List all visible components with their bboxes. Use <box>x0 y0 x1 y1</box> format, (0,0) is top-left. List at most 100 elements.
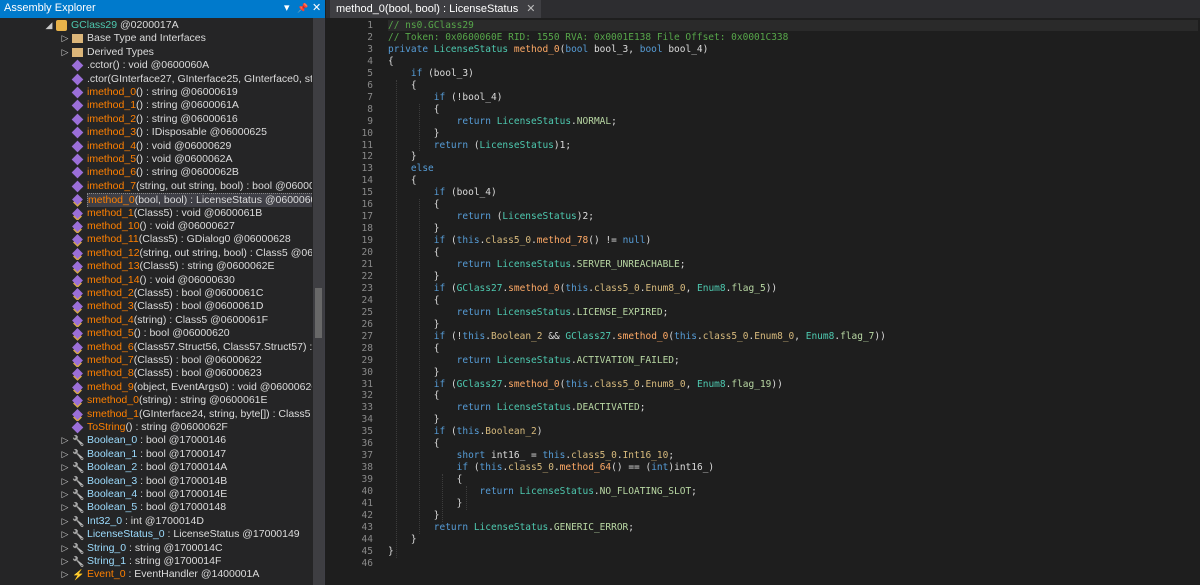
tree-item[interactable]: method_4(string) : Class5 @0600061F <box>0 314 312 327</box>
code-line[interactable]: } <box>388 510 440 521</box>
code-line[interactable]: return LicenseStatus.LICENSE_EXPIRED; <box>388 307 669 318</box>
tree-item[interactable]: method_7(Class5) : bool @06000622 <box>0 354 312 367</box>
code-line[interactable]: return LicenseStatus.ACTIVATION_FAILED; <box>388 355 680 366</box>
code-line[interactable]: } <box>388 414 440 425</box>
tree-item[interactable]: ▷ 🔧 LicenseStatus_0 : LicenseStatus @17000… <box>0 528 312 541</box>
tree-item[interactable]: imethod_7(string, out string, bool) : bo… <box>0 180 312 193</box>
tree-item[interactable]: method_13(Class5) : string @0600062E <box>0 260 312 273</box>
tree-item[interactable]: smethod_1(GInterface24, string, byte[]) … <box>0 408 312 421</box>
tree-item[interactable]: ▷ 🔧 Boolean_5 : bool @17000148 <box>0 501 312 514</box>
expand-arrow-icon[interactable]: ▷ <box>60 542 70 555</box>
tree-scrollbar[interactable] <box>313 18 324 585</box>
code-line[interactable]: { <box>388 474 463 485</box>
code-line[interactable]: } <box>388 151 417 162</box>
tree-item[interactable]: method_8(Class5) : bool @06000623 <box>0 367 312 380</box>
code-line[interactable]: { <box>388 80 417 91</box>
tree-item[interactable]: imethod_6() : string @0600062B <box>0 166 312 179</box>
code-line[interactable]: } <box>388 128 440 139</box>
code-line[interactable]: if (GClass27.smethod_0(this.class5_0.Enu… <box>388 283 777 294</box>
expand-arrow-icon[interactable]: ▷ <box>60 501 70 514</box>
code-line[interactable]: } <box>388 223 440 234</box>
tree-item[interactable]: ▷ 🔧 Boolean_4 : bool @1700014E <box>0 488 312 501</box>
tree-item[interactable]: imethod_3() : IDisposable @06000625 <box>0 126 312 139</box>
code-line[interactable]: short int16_ = this.class5_0.Int16_10; <box>388 450 674 461</box>
code-line[interactable]: { <box>388 438 440 449</box>
code-line[interactable]: // ns0.GClass29 <box>388 20 474 31</box>
tree-item[interactable]: ▷ 🔧 Boolean_0 : bool @17000146 <box>0 434 312 447</box>
assembly-tree[interactable]: ◢ GClass29 @0200017A ▷ Base Type and Interf… <box>0 18 312 585</box>
code-line[interactable]: if (bool_3) <box>388 68 474 79</box>
code-line[interactable]: } <box>388 271 440 282</box>
scrollbar-thumb[interactable] <box>315 288 322 338</box>
code-line[interactable]: return LicenseStatus.SERVER_UNREACHABLE; <box>388 259 686 270</box>
expand-arrow-icon[interactable]: ▷ <box>60 461 70 474</box>
code-line[interactable]: } <box>388 498 463 509</box>
tree-item[interactable]: ▷ ⚡ Event_0 : EventHandler @1400001A <box>0 568 312 581</box>
tree-item[interactable]: ▷ Base Type and Interfaces <box>0 32 312 45</box>
code-line[interactable]: { <box>388 175 417 186</box>
tree-item[interactable]: method_1(Class5) : void @0600061B <box>0 207 312 220</box>
tree-item[interactable]: .ctor(GInterface27, GInterface25, GInter… <box>0 73 312 86</box>
expand-arrow-icon[interactable]: ▷ <box>60 528 70 541</box>
tab-close-icon[interactable]: ✕ <box>526 3 535 15</box>
code-line[interactable]: if (this.class5_0.method_78() != null) <box>388 235 651 246</box>
tree-item[interactable]: method_2(Class5) : bool @0600061C <box>0 287 312 300</box>
tree-item[interactable]: method_5() : bool @06000620 <box>0 327 312 340</box>
code-line[interactable]: if (!bool_4) <box>388 92 503 103</box>
code-line[interactable]: { <box>388 295 440 306</box>
close-icon[interactable]: ✕ <box>312 1 321 14</box>
code-line[interactable]: if (this.Boolean_2) <box>388 426 543 437</box>
tree-item[interactable]: ◢ GClass29 @0200017A <box>0 19 312 32</box>
tree-item[interactable]: method_0(bool, bool) : LicenseStatus @06… <box>0 193 312 207</box>
expand-arrow-icon[interactable]: ▷ <box>60 555 70 568</box>
expand-arrow-icon[interactable]: ▷ <box>60 46 70 59</box>
expand-arrow-icon[interactable]: ◢ <box>44 19 54 32</box>
tree-item[interactable]: imethod_0() : string @06000619 <box>0 86 312 99</box>
editor-tab[interactable]: method_0(bool, bool) : LicenseStatus ✕ <box>330 0 542 18</box>
tree-item[interactable]: method_14() : void @06000630 <box>0 274 312 287</box>
expand-arrow-icon[interactable]: ▷ <box>60 488 70 501</box>
code-line[interactable]: { <box>388 199 440 210</box>
expand-arrow-icon[interactable]: ▷ <box>60 475 70 488</box>
code-line[interactable]: { <box>388 247 440 258</box>
code-view[interactable]: 1 // ns0.GClass29 2 // Token: 0x0600060E RI… <box>326 18 1200 585</box>
code-line[interactable]: return LicenseStatus.NORMAL; <box>388 116 617 127</box>
code-line[interactable]: { <box>388 390 440 401</box>
tree-item[interactable]: method_6(Class57.Struct56, Class57.Struc… <box>0 341 312 354</box>
code-line[interactable]: } <box>388 319 440 330</box>
tree-item[interactable]: ▷ Derived Types <box>0 46 312 59</box>
code-line[interactable]: return (LicenseStatus)2; <box>388 211 594 222</box>
code-line[interactable]: } <box>388 367 440 378</box>
tree-item[interactable]: ▷ 🔧 Boolean_1 : bool @17000147 <box>0 448 312 461</box>
tree-item[interactable]: imethod_1() : string @0600061A <box>0 99 312 112</box>
code-line[interactable]: return LicenseStatus.DEACTIVATED; <box>388 402 646 413</box>
code-line[interactable]: private LicenseStatus method_0(bool bool… <box>388 44 708 55</box>
tree-item[interactable]: imethod_5() : void @0600062A <box>0 153 312 166</box>
code-line[interactable]: return (LicenseStatus)1; <box>388 140 571 151</box>
code-line[interactable]: return LicenseStatus.GENERIC_ERROR; <box>388 522 634 533</box>
code-line[interactable]: { <box>388 343 440 354</box>
tree-item[interactable]: ▷ 🔧 Boolean_3 : bool @1700014B <box>0 475 312 488</box>
code-line[interactable]: if (bool_4) <box>388 187 497 198</box>
tree-item[interactable]: ▷ 🔧 String_1 : string @1700014F <box>0 555 312 568</box>
code-line[interactable]: { <box>388 104 440 115</box>
tree-item[interactable]: method_9(object, EventArgs0) : void @060… <box>0 381 312 394</box>
code-line[interactable]: } <box>388 534 417 545</box>
code-line[interactable]: else <box>388 163 434 174</box>
tree-item[interactable]: method_12(string, out string, bool) : Cl… <box>0 247 312 260</box>
expand-arrow-icon[interactable]: ▷ <box>60 32 70 45</box>
expand-arrow-icon[interactable]: ▷ <box>60 434 70 447</box>
tree-item[interactable]: .cctor() : void @0600060A <box>0 59 312 72</box>
dropdown-icon[interactable]: ▾ <box>284 1 290 14</box>
tree-item[interactable]: method_11(Class5) : GDialog0 @06000628 <box>0 233 312 246</box>
tree-item[interactable]: ▷ 🔧 Boolean_2 : bool @1700014A <box>0 461 312 474</box>
tree-item[interactable]: smethod_0(string) : string @0600061E <box>0 394 312 407</box>
tree-item[interactable]: method_10() : void @06000627 <box>0 220 312 233</box>
tree-item[interactable]: ToString() : string @0600062F <box>0 421 312 434</box>
code-line[interactable]: if (GClass27.smethod_0(this.class5_0.Enu… <box>388 379 783 390</box>
code-line[interactable]: { <box>388 56 394 67</box>
code-line[interactable]: if (!this.Boolean_2 && GClass27.smethod_… <box>388 331 886 342</box>
expand-arrow-icon[interactable]: ▷ <box>60 568 70 581</box>
tree-item[interactable]: imethod_2() : string @06000616 <box>0 113 312 126</box>
expand-arrow-icon[interactable]: ▷ <box>60 448 70 461</box>
